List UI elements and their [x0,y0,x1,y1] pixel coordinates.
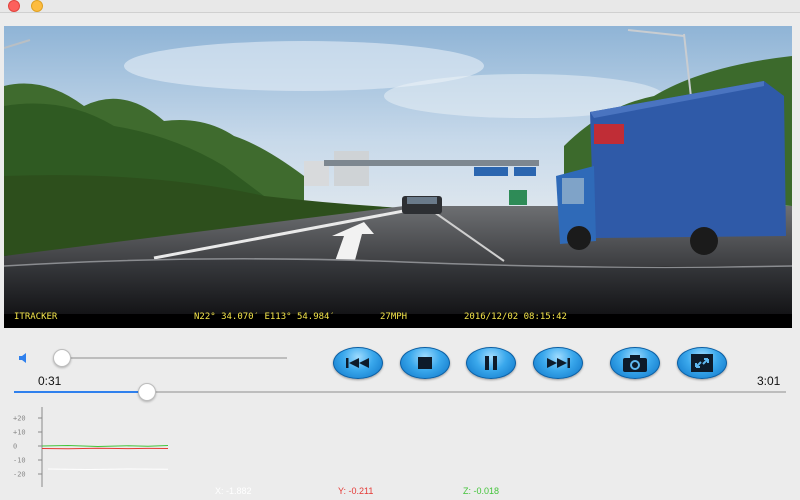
stop-button[interactable] [400,347,450,379]
y-tick-label: -20 [13,471,26,479]
title-bar [0,0,800,13]
video-frame[interactable]: ITRACKER N22° 34.070′ E113° 54.984′ 27MP… [4,26,792,328]
y-axis-value: Y: -0.211 [338,486,374,496]
osd-gps-coordinates: N22° 34.070′ E113° 54.984′ [194,312,335,322]
previous-button[interactable] [333,347,383,379]
fullscreen-icon [691,354,713,372]
minimize-window-button[interactable] [31,0,43,12]
g-sensor-chart: +20 +10 0 -10 -20 [13,407,169,487]
seek-bar-fill [14,391,147,393]
dashcam-scene [4,26,792,328]
osd-speed: 27MPH [380,312,408,322]
osd-brand: ITRACKER [14,312,58,322]
speaker-icon[interactable] [17,351,31,365]
z-axis-value: Z: -0.018 [463,486,500,496]
pause-button[interactable] [466,347,516,379]
x-series-line [47,468,169,471]
volume-slider-track[interactable] [55,357,287,359]
camera-icon [623,355,647,372]
x-axis-value: X: -1.882 [215,486,252,496]
total-duration: 3:01 [757,374,781,388]
volume-slider-thumb[interactable] [52,349,71,367]
seek-bar-thumb[interactable] [137,383,156,401]
pause-icon [485,356,497,370]
y-tick-label: +10 [13,429,26,437]
skip-forward-icon [547,358,570,368]
y-tick-label: -10 [13,457,26,465]
stop-icon [418,357,432,369]
y-series-line [41,447,169,450]
seek-bar-track[interactable] [14,391,786,393]
y-tick-label: 0 [13,443,17,451]
osd-datetime: 2016/12/02 08:15:42 [464,312,567,322]
next-button[interactable] [533,347,583,379]
y-tick-label: +20 [13,415,26,423]
current-time: 0:31 [38,374,62,388]
close-window-button[interactable] [8,0,20,12]
fullscreen-button[interactable] [677,347,727,379]
snapshot-button[interactable] [610,347,660,379]
z-series-line [41,444,169,448]
skip-back-icon [346,358,369,368]
